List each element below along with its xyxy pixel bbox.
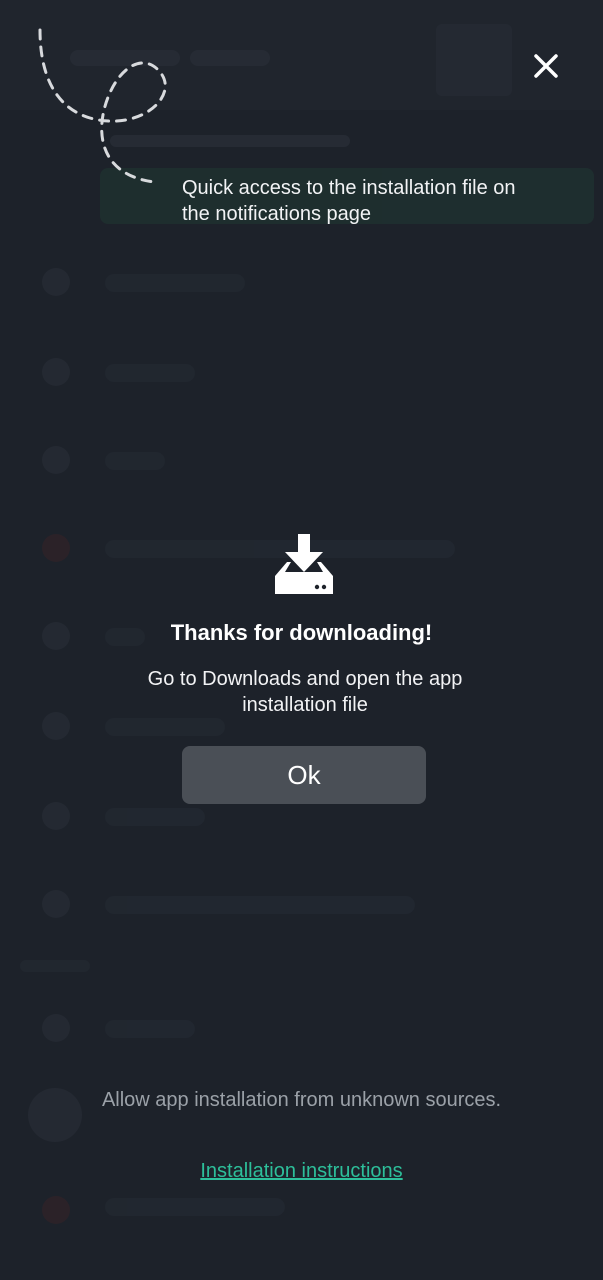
background-row-line: [105, 452, 165, 470]
notifications-hint-text: Quick access to the installation file on…: [182, 177, 516, 225]
background-row-icon: [42, 534, 70, 562]
background-row-line: [105, 896, 415, 914]
background-row-line: [105, 808, 205, 826]
installation-instructions-link[interactable]: Installation instructions: [0, 1160, 603, 1183]
background-row-icon: [28, 1088, 82, 1142]
download-tray-icon: [275, 534, 333, 594]
background-section-label: [20, 960, 90, 972]
background-row-icon: [42, 268, 70, 296]
modal-title: Thanks for downloading!: [170, 620, 433, 645]
background-row-icon: [42, 1014, 70, 1042]
background-row-line: [105, 718, 225, 736]
background-avatar: [436, 24, 512, 96]
dashed-pointer-arrow: [38, 28, 167, 184]
background-bar: [190, 50, 270, 66]
background-row-line: [105, 1198, 285, 1216]
background-row-line: [105, 274, 245, 292]
ok-button[interactable]: Ok: [182, 746, 426, 804]
background-row-icon: [42, 1196, 70, 1224]
close-button[interactable]: [526, 46, 566, 86]
background-row-icon: [42, 712, 70, 740]
background-row-icon: [42, 446, 70, 474]
background-row-icon: [42, 802, 70, 830]
background-row-line: [105, 364, 195, 382]
background-row-icon: [42, 890, 70, 918]
close-icon: [534, 54, 558, 78]
background-row-line: [105, 1020, 195, 1038]
unknown-sources-note: Allow app installation from unknown sour…: [101, 1089, 502, 1111]
background-row-icon: [42, 358, 70, 386]
modal-subtitle: Go to Downloads and open the app install…: [147, 668, 463, 716]
